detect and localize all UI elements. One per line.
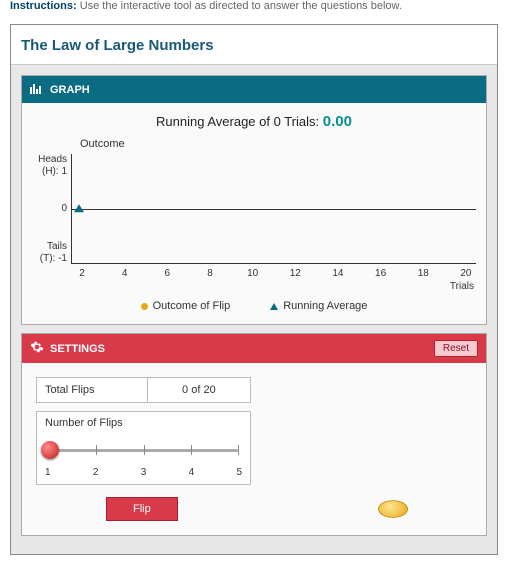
slider-tick — [238, 445, 239, 455]
settings-title: SETTINGS — [50, 343, 105, 355]
x-tick: 6 — [157, 268, 177, 279]
x-tick: 10 — [243, 268, 263, 279]
total-flips-row: Total Flips 0 of 20 — [36, 377, 251, 403]
number-of-flips-box: Number of Flips 1 2 3 4 — [36, 411, 251, 485]
slider-label: 4 — [189, 467, 195, 478]
x-tick: 4 — [115, 268, 135, 279]
instructions-body: Use the interactive tool as directed to … — [80, 0, 402, 12]
x-tick: 14 — [328, 268, 348, 279]
slider-label: 2 — [93, 467, 99, 478]
number-of-flips-label: Number of Flips — [45, 417, 242, 429]
graph-body: Running Average of 0 Trials: 0.00 Outcom… — [22, 103, 486, 324]
flip-row: Flip — [36, 497, 472, 521]
card-title: The Law of Large Numbers — [11, 25, 497, 65]
slider-label: 1 — [45, 467, 51, 478]
instructions-label: Instructions: — [10, 0, 77, 12]
running-avg-prefix: Running Average of 0 Trials: — [156, 114, 319, 129]
instructions-text: Instructions: Use the interactive tool a… — [10, 0, 498, 12]
slider-label: 3 — [141, 467, 147, 478]
slider-tick — [191, 445, 192, 455]
slider-tick — [144, 445, 145, 455]
zero-line — [72, 209, 476, 210]
flip-button[interactable]: Flip — [106, 497, 178, 521]
x-tick: 16 — [371, 268, 391, 279]
legend-avg-label: Running Average — [283, 300, 367, 312]
legend-running-avg: Running Average — [270, 300, 367, 312]
bar-chart-icon — [30, 82, 44, 97]
graph-title: GRAPH — [50, 84, 90, 96]
reset-button[interactable]: Reset — [434, 340, 478, 357]
slider-labels: 1 2 3 4 5 — [45, 467, 242, 478]
y-axis-title: Outcome — [80, 138, 476, 150]
total-flips-label: Total Flips — [37, 378, 148, 402]
x-tick: 2 — [72, 268, 92, 279]
slider-tick — [96, 445, 97, 455]
x-tick: 18 — [413, 268, 433, 279]
legend-outcome-label: Outcome of Flip — [153, 300, 231, 312]
total-flips-value: 0 of 20 — [148, 378, 250, 402]
interactive-card: The Law of Large Numbers GRAPH Running A… — [10, 24, 498, 555]
graph-panel: GRAPH Running Average of 0 Trials: 0.00 … — [21, 75, 487, 325]
x-axis: 2 4 6 8 10 12 14 16 18 20 — [72, 264, 476, 279]
running-avg-marker — [74, 204, 84, 212]
chart-area: Heads (H): 1 0 Tails (T): -1 — [32, 154, 476, 264]
x-tick: 8 — [200, 268, 220, 279]
slider-label: 5 — [236, 467, 242, 478]
y-tick-heads: Heads (H): 1 — [32, 154, 67, 177]
running-avg-value: 0.00 — [323, 113, 352, 130]
chart-legend: Outcome of Flip Running Average — [32, 292, 476, 314]
gear-icon — [30, 340, 44, 357]
running-avg-title: Running Average of 0 Trials: 0.00 — [32, 113, 476, 130]
x-tick: 20 — [456, 268, 476, 279]
flips-slider[interactable] — [49, 439, 238, 463]
settings-body: Total Flips 0 of 20 Number of Flips — [22, 363, 486, 535]
legend-outcome: Outcome of Flip — [141, 300, 231, 312]
y-tick-tails: Tails (T): -1 — [32, 241, 67, 264]
graph-header: GRAPH — [22, 76, 486, 103]
y-axis: Heads (H): 1 0 Tails (T): -1 — [32, 154, 72, 264]
plot-area — [72, 154, 476, 264]
y-tick-zero: 0 — [32, 203, 67, 215]
circle-icon — [141, 303, 148, 310]
settings-panel: SETTINGS Reset Total Flips 0 of 20 Numbe… — [21, 333, 487, 536]
slider-knob[interactable] — [41, 441, 59, 459]
x-axis-title: Trials — [32, 281, 474, 292]
coin-icon — [378, 500, 408, 518]
settings-header: SETTINGS Reset — [22, 334, 486, 363]
x-tick: 12 — [285, 268, 305, 279]
triangle-icon — [270, 303, 278, 310]
